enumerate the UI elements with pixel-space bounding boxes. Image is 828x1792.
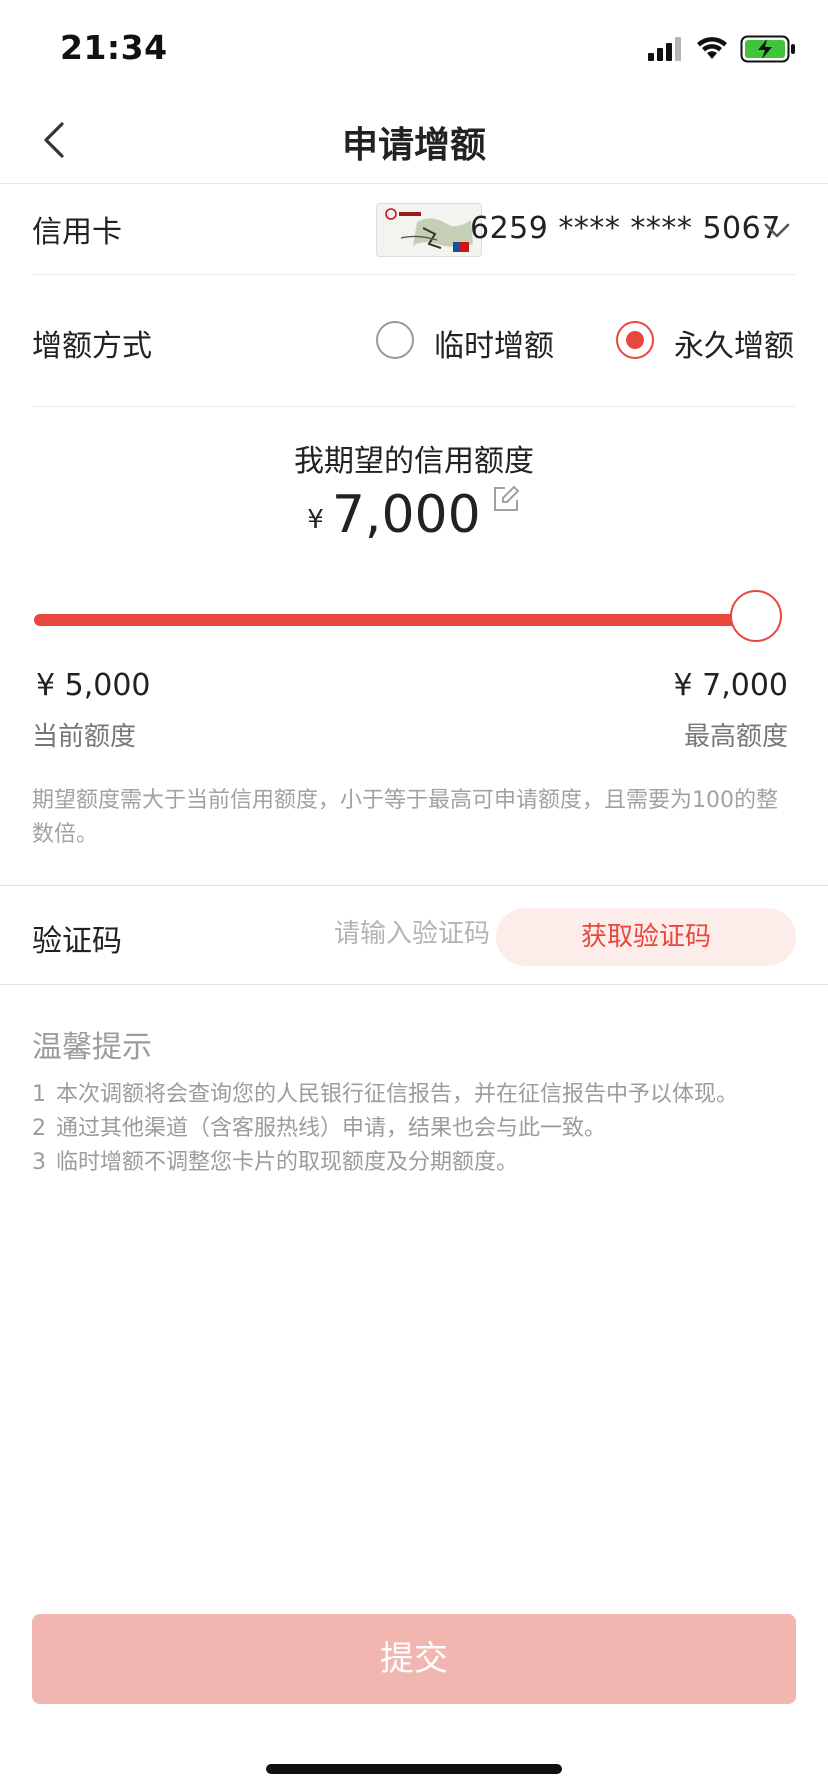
current-limit-caption: 当前额度 [32, 722, 137, 752]
radio-temporary-increase[interactable] [376, 321, 414, 359]
dropdown-toggle[interactable] [760, 215, 794, 245]
desired-amount: ¥7,000 [0, 484, 828, 545]
radio-label-permanent[interactable]: 永久增额 [674, 321, 794, 365]
desired-limit-title: 我期望的信用额度 [294, 444, 534, 479]
radio-permanent-increase[interactable] [616, 321, 654, 359]
verification-code-input[interactable] [300, 912, 490, 956]
card-number: 6259 **** **** 5067 [470, 211, 781, 246]
tip-item: 2 通过其他渠道（含客服热线）申请，结果也会与此一致。 [32, 1116, 607, 1141]
signal-icon [648, 37, 681, 61]
nav-bar: 申请增额 [0, 96, 828, 184]
slider-handle[interactable] [730, 590, 782, 642]
increase-method-label: 增额方式 [32, 329, 152, 364]
page-title: 申请增额 [341, 125, 486, 166]
slider-fill [34, 614, 766, 626]
battery-charging-icon [740, 35, 795, 63]
tips-list: 1 本次调额将会查询您的人民银行征信报告，并在征信报告中予以体现。 2 通过其他渠道… [32, 1078, 798, 1180]
edit-icon[interactable] [491, 484, 521, 514]
limit-slider[interactable] [34, 590, 782, 642]
tip-item: 3 临时增额不调整您卡片的取现额度及分期额度。 [32, 1150, 519, 1175]
max-limit-caption: 最高额度 [683, 722, 788, 752]
status-bar: 21:34 [0, 0, 828, 96]
limit-hint: 期望额度需大于当前信用额度，小于等于最高可申请额度，且需要为100的整数倍。 [32, 788, 778, 847]
verification-code-label: 验证码 [32, 924, 122, 959]
home-indicator [266, 1764, 562, 1774]
credit-card-label: 信用卡 [32, 215, 122, 250]
amount-value: 7,000 [331, 485, 481, 545]
radio-label-temporary[interactable]: 临时增额 [434, 321, 554, 365]
increase-method-row: 增额方式 临时增额 永久增额 [32, 275, 796, 407]
card-thumbnail [376, 203, 482, 257]
status-icons [648, 34, 796, 64]
submit-button[interactable]: 提交 [32, 1614, 796, 1704]
max-limit-value: ¥ 7,000 [673, 668, 788, 703]
tip-item: 1 本次调额将会查询您的人民银行征信报告，并在征信报告中予以体现。 [32, 1082, 739, 1107]
currency-symbol: ¥ [307, 505, 324, 535]
verification-code-row: 验证码 获取验证码 [0, 885, 828, 985]
wifi-icon [697, 37, 727, 59]
status-time: 21:34 [60, 28, 168, 67]
credit-card-selector[interactable]: 信用卡 6259 **** **** 5067 [32, 185, 796, 275]
get-code-button[interactable]: 获取验证码 [496, 908, 796, 966]
current-limit-value: ¥ 5,000 [36, 668, 151, 703]
tips-title: 温馨提示 [32, 1030, 152, 1065]
chevron-down-icon [764, 223, 790, 238]
